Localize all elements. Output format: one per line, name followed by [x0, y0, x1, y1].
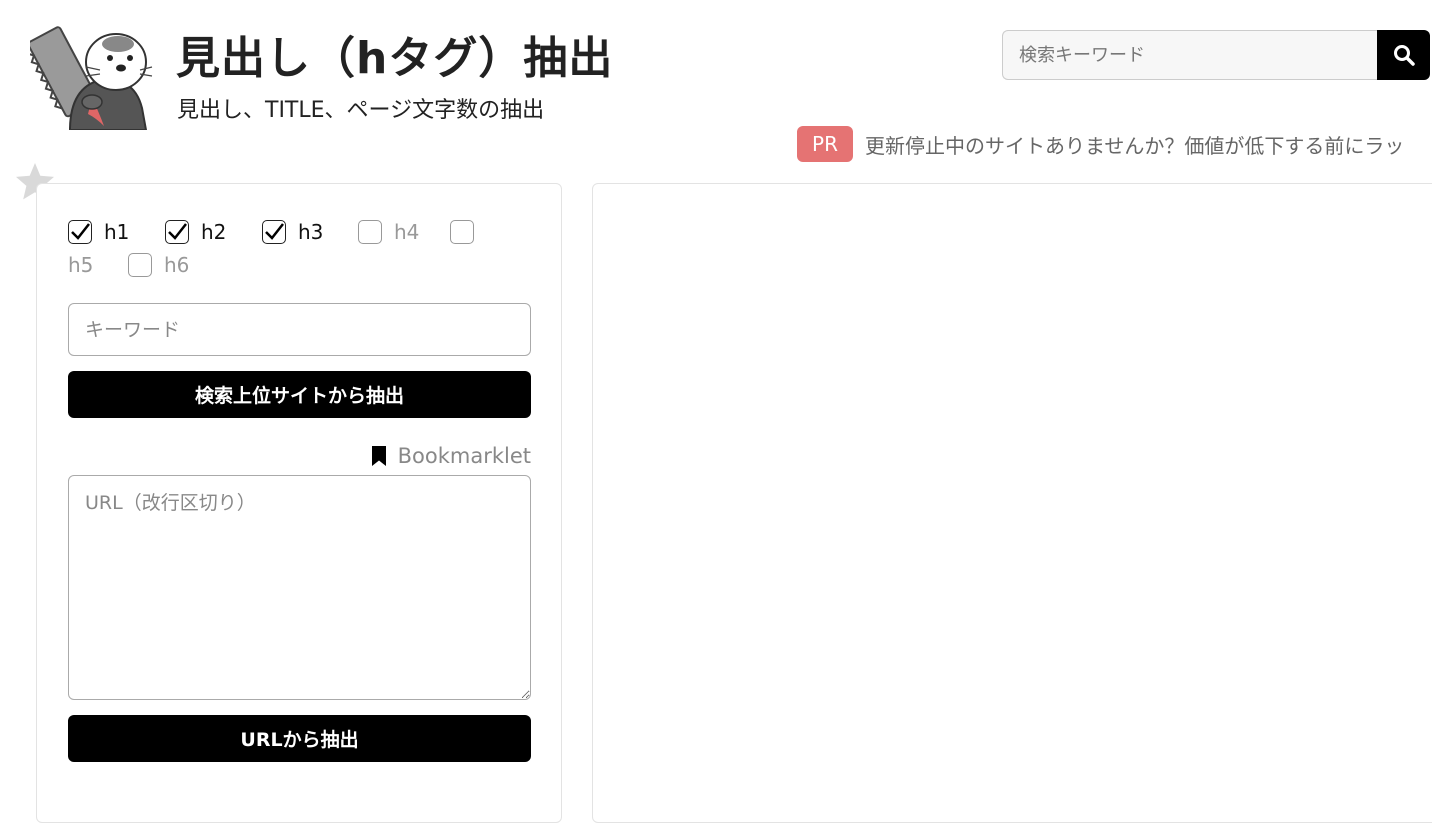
checkbox-h6[interactable]: h6: [128, 253, 189, 277]
checkbox-box[interactable]: [68, 220, 92, 244]
checkbox-label: h2: [201, 220, 227, 244]
checkbox-h2[interactable]: h2: [165, 220, 226, 244]
url-extract-button[interactable]: URLから抽出: [68, 715, 531, 762]
extract-form-panel: h1 h2 h3 h4 h5 h6 検索上位サイトから抽出 Bookmarkle…: [36, 183, 562, 823]
bookmarklet-link[interactable]: Bookmarklet: [370, 444, 531, 468]
search-button[interactable]: [1377, 30, 1430, 80]
checkbox-label-h5[interactable]: h5: [68, 253, 93, 277]
checkmark-icon: [71, 223, 90, 240]
checkbox-label: h1: [104, 220, 130, 244]
checkbox-label: h3: [298, 220, 324, 244]
checkbox-box[interactable]: [358, 220, 382, 244]
sea-otter-logo-icon[interactable]: [30, 18, 154, 130]
checkbox-h4[interactable]: h4: [358, 220, 419, 244]
checkmark-icon: [168, 223, 187, 240]
page-subtitle: 見出し、TITLE、ページ文字数の抽出: [177, 98, 545, 123]
pr-banner: PR 更新停止中のサイトありませんか？価値が低下する前にラッ: [797, 126, 1432, 162]
bookmarklet-label: Bookmarklet: [397, 444, 531, 468]
checkbox-label: h6: [164, 253, 190, 277]
keyword-input[interactable]: [68, 303, 531, 356]
search-extract-button[interactable]: 検索上位サイトから抽出: [68, 371, 531, 418]
search-icon: [1393, 45, 1415, 66]
checkbox-h3[interactable]: h3: [262, 220, 323, 244]
checkbox-box[interactable]: [262, 220, 286, 244]
bookmark-icon: [371, 446, 386, 466]
results-panel: [592, 183, 1432, 823]
url-textarea[interactable]: [68, 475, 531, 700]
pr-link[interactable]: 更新停止中のサイトありませんか？価値が低下する前にラッ: [865, 130, 1404, 159]
checkbox-h1[interactable]: h1: [68, 220, 129, 244]
checkbox-box[interactable]: [128, 253, 152, 277]
checkbox-box[interactable]: [165, 220, 189, 244]
search-input[interactable]: [1002, 30, 1377, 80]
checkmark-icon: [265, 223, 284, 240]
checkbox-h5[interactable]: [450, 220, 486, 244]
pr-badge: PR: [797, 126, 853, 162]
site-search: [1002, 30, 1430, 80]
checkbox-box[interactable]: [450, 220, 474, 244]
header: 見出し（hタグ）抽出 見出し、TITLE、ページ文字数の抽出 PR 更新停止中のサ…: [0, 0, 1432, 170]
page-title: 見出し（hタグ）抽出: [176, 33, 614, 84]
checkbox-label: h4: [394, 220, 420, 244]
